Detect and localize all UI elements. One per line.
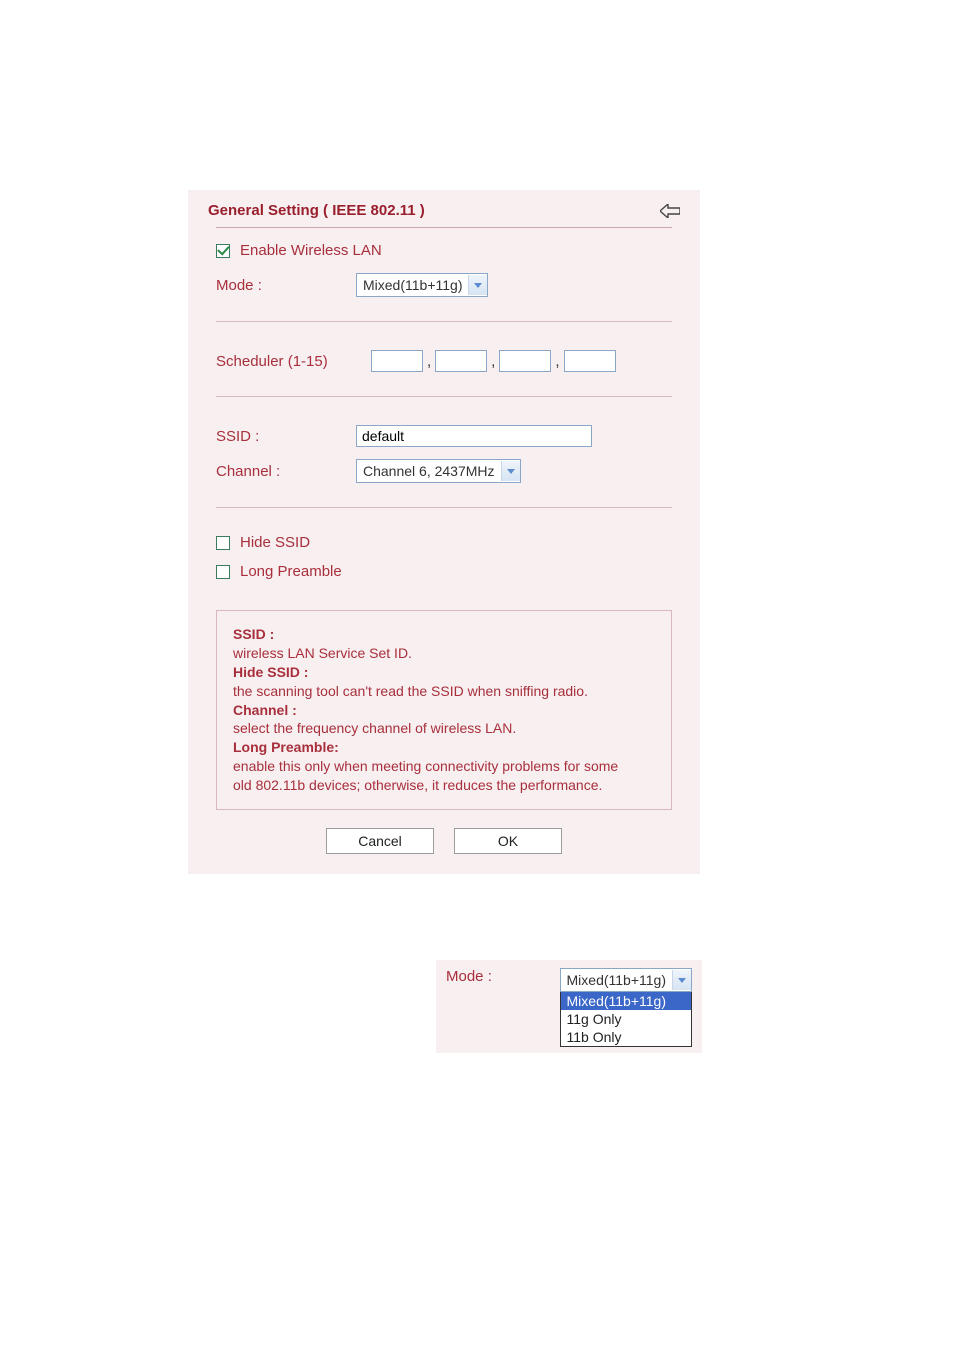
title-row: General Setting ( IEEE 802.11 ): [188, 190, 700, 227]
enable-wlan-checkbox[interactable]: [216, 244, 230, 258]
scheduler-input-1[interactable]: [371, 350, 423, 372]
hide-ssid-checkbox[interactable]: [216, 536, 230, 550]
long-preamble-checkbox[interactable]: [216, 565, 230, 579]
channel-select[interactable]: Channel 6, 2437MHz: [356, 459, 521, 483]
mode-row: Mode : Mixed(11b+11g): [216, 267, 672, 303]
hide-ssid-label: Hide SSID: [240, 534, 310, 551]
mode-option[interactable]: Mixed(11b+11g): [561, 992, 691, 1010]
desc-hide-term: Hide SSID :: [233, 664, 308, 680]
ssid-label: SSID :: [216, 428, 356, 445]
mode-option-list: Mixed(11b+11g) 11g Only 11b Only: [560, 992, 692, 1047]
enable-wlan-row[interactable]: Enable Wireless LAN: [216, 238, 672, 267]
scheduler-input-4[interactable]: [564, 350, 616, 372]
comma: ,: [427, 353, 431, 370]
desc-lp-text1: enable this only when meeting connectivi…: [233, 757, 655, 776]
chevron-down-icon: [501, 461, 520, 481]
mode-value: Mixed(11b+11g): [357, 277, 468, 293]
channel-label: Channel :: [216, 463, 356, 480]
section-enable-mode: Enable Wireless LAN Mode : Mixed(11b+11g…: [188, 228, 700, 309]
scheduler-inputs: , , ,: [371, 350, 616, 372]
mode-option[interactable]: 11b Only: [561, 1028, 691, 1046]
mode-select[interactable]: Mixed(11b+11g): [356, 273, 488, 297]
scheduler-row: Scheduler (1-15) , , ,: [216, 344, 672, 378]
hide-ssid-row[interactable]: Hide SSID: [216, 530, 672, 559]
comma: ,: [555, 353, 559, 370]
desc-ssid-text: wireless LAN Service Set ID.: [233, 644, 655, 663]
mode-option[interactable]: 11g Only: [561, 1010, 691, 1028]
ok-button[interactable]: OK: [454, 828, 562, 854]
general-setting-panel: General Setting ( IEEE 802.11 ) Enable W…: [188, 190, 700, 874]
ssid-row: SSID :: [216, 419, 672, 453]
ssid-input[interactable]: [356, 425, 592, 447]
chevron-down-icon: [672, 970, 691, 990]
desc-lp-term: Long Preamble:: [233, 739, 339, 755]
description-box: SSID : wireless LAN Service Set ID. Hide…: [216, 610, 672, 810]
divider: [216, 507, 672, 508]
section-scheduler: Scheduler (1-15) , , ,: [188, 334, 700, 384]
mode-open-label: Mode :: [446, 968, 560, 985]
page-title: General Setting ( IEEE 802.11 ): [208, 202, 425, 219]
comma: ,: [491, 353, 495, 370]
scheduler-input-3[interactable]: [499, 350, 551, 372]
desc-lp-text2: old 802.11b devices; otherwise, it reduc…: [233, 776, 655, 795]
long-preamble-row[interactable]: Long Preamble: [216, 559, 672, 588]
desc-hide-text: the scanning tool can't read the SSID wh…: [233, 682, 655, 701]
scheduler-label: Scheduler (1-15): [216, 353, 371, 370]
scheduler-input-2[interactable]: [435, 350, 487, 372]
button-row: Cancel OK: [188, 810, 700, 874]
desc-channel-term: Channel :: [233, 702, 297, 718]
section-ssid-channel: SSID : Channel : Channel 6, 2437MHz: [188, 409, 700, 495]
enable-wlan-label: Enable Wireless LAN: [240, 242, 382, 259]
divider: [216, 321, 672, 322]
channel-value: Channel 6, 2437MHz: [357, 463, 501, 479]
cancel-button[interactable]: Cancel: [326, 828, 434, 854]
long-preamble-label: Long Preamble: [240, 563, 342, 580]
divider: [216, 396, 672, 397]
desc-channel-text: select the frequency channel of wireless…: [233, 719, 655, 738]
mode-open-value: Mixed(11b+11g): [561, 972, 672, 988]
mode-open-select[interactable]: Mixed(11b+11g) Mixed(11b+11g) 11g Only 1…: [560, 968, 692, 1047]
mode-label: Mode :: [216, 277, 356, 294]
mode-dropdown-expanded-panel: Mode : Mixed(11b+11g) Mixed(11b+11g) 11g…: [436, 960, 702, 1053]
back-arrow-icon[interactable]: [660, 204, 680, 218]
channel-row: Channel : Channel 6, 2437MHz: [216, 453, 672, 489]
desc-ssid-term: SSID :: [233, 626, 274, 642]
section-flags: Hide SSID Long Preamble: [188, 520, 700, 594]
chevron-down-icon: [468, 275, 487, 295]
